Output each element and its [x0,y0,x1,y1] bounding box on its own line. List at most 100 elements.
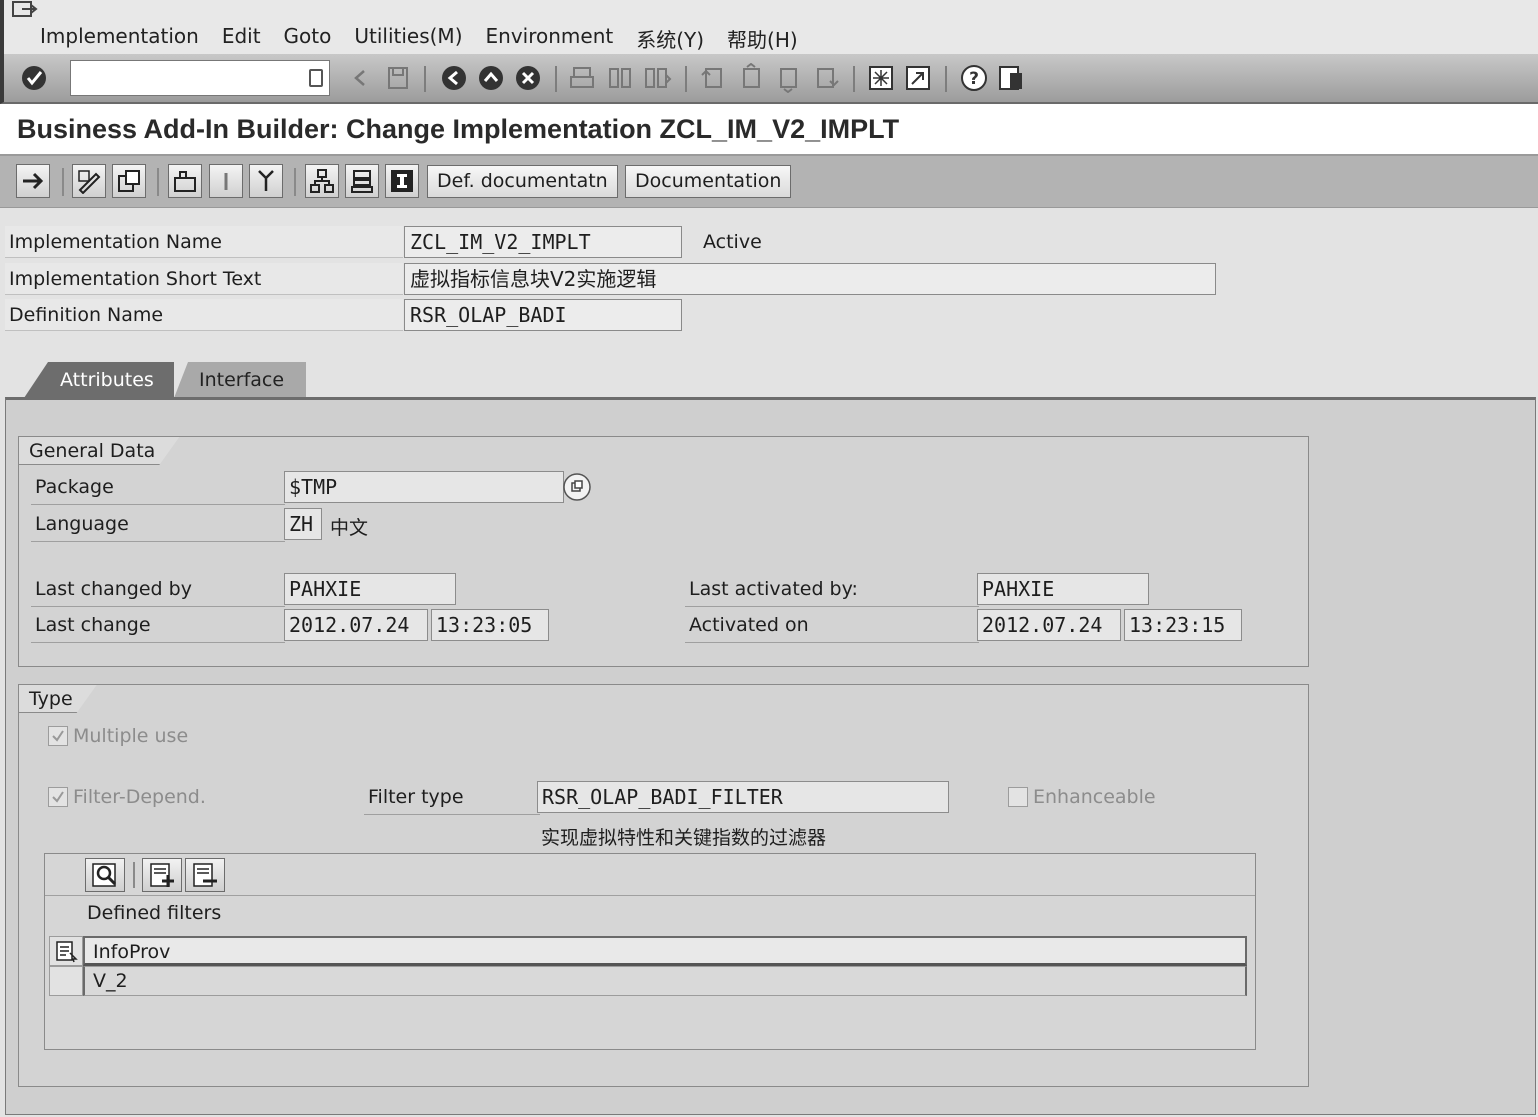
defined-filters-caption: Defined filters [87,902,222,924]
table-cell-infoprov[interactable]: V_2 [83,966,1247,996]
implementation-status: Active [703,231,762,253]
enhanceable-label: Enhanceable [1033,786,1156,808]
layout-icon[interactable] [995,62,1027,94]
command-input[interactable] [71,61,291,95]
menu-bar: Implementation Edit Goto Utilities(M) En… [0,0,1538,54]
new-session-icon[interactable] [865,62,897,94]
next-page-icon[interactable] [772,62,804,94]
table-header-row: InfoProv [49,936,1247,966]
short-text-field[interactable]: 虚拟指标信息块V2实施逻辑 [404,263,1216,295]
shortcut-icon[interactable] [902,62,934,94]
multiple-use-label: Multiple use [73,725,189,747]
svg-text:?: ? [969,69,979,89]
enhanceable-checkbox[interactable]: Enhanceable [1008,786,1156,808]
menu-edit[interactable]: Edit [222,24,261,53]
checkbox-checked-icon [48,787,68,807]
menu-environment[interactable]: Environment [486,24,614,53]
definition-name-label: Definition Name [5,299,403,331]
last-page-icon[interactable] [809,62,841,94]
filter-type-label: Filter type [364,781,540,815]
activated-on-date-field[interactable]: 2012.07.24 [977,609,1121,641]
menu-help[interactable]: 帮助(H) [727,24,798,53]
last-changed-by-field[interactable]: PAHXIE [284,573,456,605]
activate-icon[interactable] [209,164,243,198]
select-all-icon[interactable] [49,936,83,966]
command-history-icon[interactable] [309,69,323,87]
filter-detail-icon[interactable] [85,858,125,892]
title-bar: Business Add-In Builder: Change Implemen… [0,104,1538,156]
row-selector[interactable] [49,966,83,996]
language-name: 中文 [330,517,369,539]
last-change-time-field[interactable]: 13:23:05 [431,609,549,641]
check-icon[interactable] [168,164,202,198]
documentation-button[interactable]: Documentation [625,165,792,198]
info-icon[interactable] [385,164,419,198]
deactivate-icon[interactable] [249,164,283,198]
system-menu-icon[interactable] [12,1,38,21]
back-small-icon[interactable] [344,62,376,94]
toolbar-separator [685,66,687,92]
last-change-date-field[interactable]: 2012.07.24 [284,609,428,641]
save-icon[interactable] [382,62,414,94]
menu-implementation[interactable]: Implementation [40,24,199,53]
activated-on-time-field[interactable]: 13:23:15 [1124,609,1242,641]
toolbar-separator [62,168,64,196]
toolbar-separator [294,168,296,196]
toolbar-separator [133,862,135,888]
insert-row-icon[interactable] [142,858,182,892]
multiple-use-checkbox[interactable]: Multiple use [48,725,188,747]
last-activated-by-label: Last activated by: [685,573,979,607]
back-icon[interactable] [438,62,470,94]
checkbox-checked-icon [48,726,68,746]
page-title: Business Add-In Builder: Change Implemen… [17,114,900,144]
help-icon[interactable]: ? [958,62,990,94]
application-toolbar: Def. documentatn Documentation [0,156,1538,208]
implementation-name-label: Implementation Name [5,226,403,258]
filter-depend-checkbox[interactable]: Filter-Depend. [48,786,206,808]
toolbar-separator [424,66,426,92]
implementation-name-field[interactable]: ZCL_IM_V2_IMPLT [404,226,682,258]
find-next-icon[interactable] [641,62,673,94]
menu-utilities[interactable]: Utilities(M) [354,24,462,53]
type-title: Type [19,685,97,713]
first-page-icon[interactable] [697,62,729,94]
package-navigate-icon[interactable] [562,471,592,503]
command-field[interactable] [70,60,330,96]
filter-toolbar [45,854,1255,896]
menu-goto[interactable]: Goto [284,24,332,53]
standard-toolbar: ? [0,54,1538,104]
prev-page-icon[interactable] [735,62,767,94]
last-change-label: Last change [31,609,285,643]
language-label: Language [31,508,285,542]
toolbar-separator [555,66,557,92]
filter-type-field[interactable]: RSR_OLAP_BADI_FILTER [537,781,949,813]
def-documentation-button[interactable]: Def. documentatn [427,165,618,198]
defined-filters-area: Defined filters InfoProv V_2 [44,853,1256,1050]
enter-icon[interactable] [18,62,50,94]
cancel-icon[interactable] [512,62,544,94]
other-implementation-icon[interactable] [112,164,146,198]
language-code-field[interactable]: ZH [284,508,322,540]
toolbar-separator [157,168,159,196]
column-header-infoprov[interactable]: InfoProv [83,936,1247,966]
exit-icon[interactable] [475,62,507,94]
toolbar-separator [853,66,855,92]
general-data-title: General Data [19,437,179,465]
package-field[interactable]: $TMP [284,471,564,503]
tab-interface[interactable]: Interface [174,362,306,398]
table-row: V_2 [49,966,1247,996]
display-change-icon[interactable] [72,164,106,198]
short-text-label: Implementation Short Text [5,263,403,295]
filter-type-description: 实现虚拟特性和关键指数的过滤器 [541,827,827,849]
delete-row-icon[interactable] [185,858,225,892]
checkbox-unchecked-icon [1008,787,1028,807]
other-object-icon[interactable] [16,164,50,198]
definition-name-field[interactable]: RSR_OLAP_BADI [404,299,682,331]
last-activated-by-field[interactable]: PAHXIE [977,573,1149,605]
print-icon[interactable] [566,62,598,94]
where-used-icon[interactable] [345,164,379,198]
hierarchy-icon[interactable] [305,164,339,198]
tab-attributes[interactable]: Attributes [24,362,174,398]
find-icon[interactable] [604,62,636,94]
menu-system[interactable]: 系统(Y) [636,24,704,53]
